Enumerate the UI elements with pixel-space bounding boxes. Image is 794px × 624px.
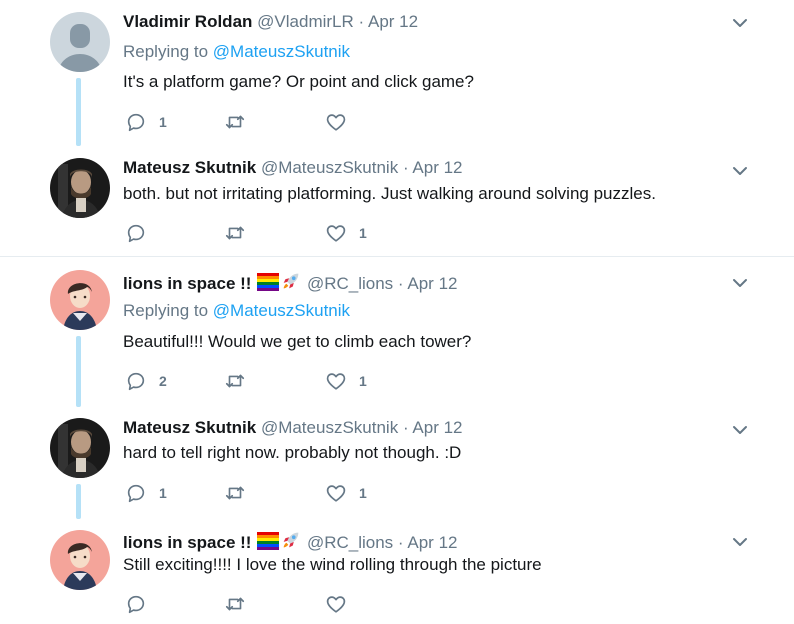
user-handle[interactable]: @RC_lions xyxy=(307,274,393,293)
avatar[interactable] xyxy=(50,530,110,590)
tweet-date[interactable]: Apr 12 xyxy=(412,418,462,437)
reply-icon xyxy=(125,222,147,244)
tweet[interactable]: Mateusz Skutnik @MateuszSkutnik · Apr 12… xyxy=(0,407,794,519)
display-name[interactable]: Mateusz Skutnik xyxy=(123,158,256,177)
avatar[interactable] xyxy=(50,12,110,72)
reply-button[interactable] xyxy=(125,222,159,244)
chevron-down-icon[interactable] xyxy=(730,273,750,293)
user-handle[interactable]: @MateuszSkutnik xyxy=(261,158,398,177)
display-name[interactable]: Mateusz Skutnik xyxy=(123,418,256,437)
tweet-header: lions in space !! @RC_lions · Apr 12 xyxy=(123,270,457,298)
reply-count: 2 xyxy=(159,373,167,389)
reply-icon xyxy=(125,111,147,133)
tweet[interactable]: lions in space !! @RC_lions · Apr 12 Sti… xyxy=(0,519,794,624)
mention-link[interactable]: @MateuszSkutnik xyxy=(213,301,350,320)
tweet[interactable]: lions in space !! @RC_lions · Apr 12 Rep… xyxy=(0,257,794,407)
tweet-date[interactable]: Apr 12 xyxy=(368,12,418,31)
separator-dot: · xyxy=(358,12,365,31)
thread-line xyxy=(76,78,81,146)
heart-icon xyxy=(325,482,347,504)
like-count: 1 xyxy=(359,225,367,241)
separator-dot: · xyxy=(397,533,404,552)
user-handle[interactable]: @MateuszSkutnik xyxy=(261,418,398,437)
like-button[interactable] xyxy=(325,593,347,615)
separator-dot: · xyxy=(397,274,404,293)
like-count: 1 xyxy=(359,373,367,389)
like-button[interactable]: 1 xyxy=(325,370,367,392)
chevron-down-icon[interactable] xyxy=(730,532,750,552)
retweet-button[interactable] xyxy=(223,593,247,615)
heart-icon xyxy=(325,370,347,392)
reply-count: 1 xyxy=(159,114,167,130)
tweet-header: Mateusz Skutnik @MateuszSkutnik · Apr 12 xyxy=(123,417,463,439)
reply-icon xyxy=(125,482,147,504)
chevron-down-icon[interactable] xyxy=(730,13,750,33)
retweet-icon xyxy=(223,482,247,504)
retweet-icon xyxy=(223,222,247,244)
separator-dot: · xyxy=(402,418,409,437)
reply-count: 1 xyxy=(159,485,167,501)
tweet-header: Vladimir Roldan @VladmirLR · Apr 12 xyxy=(123,11,418,33)
retweet-button[interactable] xyxy=(223,482,247,504)
thread-line xyxy=(76,484,81,519)
replying-to-label: Replying to xyxy=(123,301,213,320)
tweet-text: Beautiful!!! Would we get to climb each … xyxy=(123,332,472,351)
like-count: 1 xyxy=(359,485,367,501)
retweet-icon xyxy=(223,593,247,615)
like-button[interactable]: 1 xyxy=(325,222,367,244)
mention-link[interactable]: @MateuszSkutnik xyxy=(213,42,350,61)
tweet-date[interactable]: Apr 12 xyxy=(407,533,457,552)
retweet-icon xyxy=(223,111,247,133)
like-button[interactable] xyxy=(325,111,347,133)
retweet-button[interactable] xyxy=(223,222,247,244)
reply-icon xyxy=(125,593,147,615)
tweet[interactable]: Mateusz Skutnik @MateuszSkutnik · Apr 12… xyxy=(0,146,794,256)
tweet-date[interactable]: Apr 12 xyxy=(412,158,462,177)
heart-icon xyxy=(325,111,347,133)
separator-dot: · xyxy=(402,158,409,177)
avatar[interactable] xyxy=(50,270,110,330)
tweet-text: hard to tell right now. probably not tho… xyxy=(123,443,462,462)
thread-line xyxy=(76,336,81,407)
replying-to-label: Replying to xyxy=(123,42,213,61)
reply-button[interactable] xyxy=(125,593,147,615)
rocket-icon xyxy=(280,270,302,298)
retweet-button[interactable] xyxy=(223,370,247,392)
retweet-button[interactable] xyxy=(223,111,247,133)
tweet-date[interactable]: Apr 12 xyxy=(407,274,457,293)
chevron-down-icon[interactable] xyxy=(730,161,750,181)
chevron-down-icon[interactable] xyxy=(730,420,750,440)
rocket-icon xyxy=(280,529,302,557)
avatar[interactable] xyxy=(50,158,110,218)
tweet-text: Still exciting!!!! I love the wind rolli… xyxy=(123,555,542,574)
replying-to: Replying to @MateuszSkutnik xyxy=(123,300,350,322)
reply-button[interactable]: 1 xyxy=(125,482,167,504)
tweet-header: lions in space !! @RC_lions · Apr 12 xyxy=(123,529,457,557)
tweet[interactable]: Vladimir Roldan @VladmirLR · Apr 12 Repl… xyxy=(0,0,794,146)
avatar[interactable] xyxy=(50,418,110,478)
user-handle[interactable]: @VladmirLR xyxy=(257,12,354,31)
retweet-icon xyxy=(223,370,247,392)
tweet-header: Mateusz Skutnik @MateuszSkutnik · Apr 12 xyxy=(123,157,463,179)
reply-icon xyxy=(125,370,147,392)
reply-button[interactable]: 2 xyxy=(125,370,167,392)
rainbow-flag-icon xyxy=(256,272,280,298)
tweet-text: both. but not irritating platforming. Ju… xyxy=(123,184,656,203)
replying-to: Replying to @MateuszSkutnik xyxy=(123,41,350,63)
display-name[interactable]: lions in space !! xyxy=(123,533,251,552)
heart-icon xyxy=(325,222,347,244)
display-name[interactable]: Vladimir Roldan xyxy=(123,12,252,31)
tweet-text: It's a platform game? Or point and click… xyxy=(123,72,474,91)
heart-icon xyxy=(325,593,347,615)
reply-button[interactable]: 1 xyxy=(125,111,167,133)
like-button[interactable]: 1 xyxy=(325,482,367,504)
user-handle[interactable]: @RC_lions xyxy=(307,533,393,552)
display-name[interactable]: lions in space !! xyxy=(123,274,251,293)
